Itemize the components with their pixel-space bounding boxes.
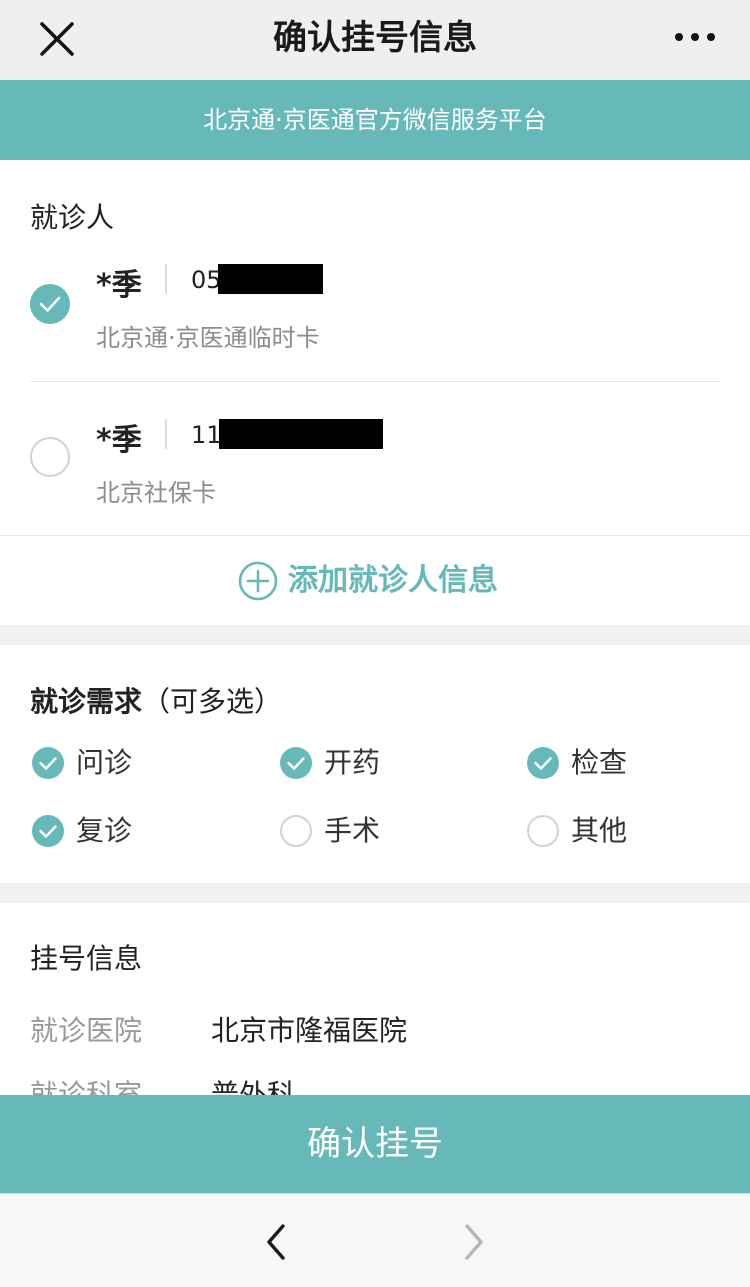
row-value: 北京市隆福医院 (211, 1014, 408, 1047)
option-label: 手术 (324, 814, 381, 847)
confirm-register-button[interactable]: 确认挂号 (0, 1095, 750, 1193)
row-value: 普外科 (211, 1078, 296, 1095)
selected-radio-icon[interactable] (30, 284, 70, 324)
patient-name: *季 (96, 423, 142, 458)
unchecked-icon (280, 815, 312, 847)
row-key: 就诊医院 (30, 1014, 143, 1047)
checked-icon (32, 815, 64, 847)
needs-title: 就诊需求（可多选） (30, 680, 282, 720)
patient-id: 05 (191, 266, 222, 294)
unchecked-icon (527, 815, 559, 847)
redaction-block (218, 264, 323, 294)
add-patient-button[interactable]: 添加就诊人信息 (0, 535, 750, 625)
option-label: 复诊 (76, 814, 133, 847)
option-label: 检查 (571, 746, 628, 779)
patient-item[interactable]: *季 05 北京通·京医通临时卡 (0, 250, 750, 400)
need-option-surgery[interactable]: 手术 (280, 813, 480, 853)
need-option-followup[interactable]: 复诊 (32, 813, 232, 853)
title-bar: 确认挂号信息 (0, 0, 750, 80)
option-label: 开药 (324, 746, 381, 779)
needs-hint: （可多选） (142, 685, 283, 718)
patient-id: 11 (191, 421, 222, 449)
need-option-prescription[interactable]: 开药 (280, 745, 480, 785)
patient-separator (165, 264, 167, 294)
patient-item[interactable]: *季 11 北京社保卡 (0, 405, 750, 555)
chevron-left-icon[interactable] (259, 1222, 293, 1262)
need-option-exam[interactable]: 检查 (527, 745, 727, 785)
row-key: 就诊科室 (30, 1078, 143, 1095)
chevron-right-icon[interactable] (457, 1222, 491, 1262)
option-label: 问诊 (76, 746, 133, 779)
registration-card: 挂号信息 就诊医院 北京市隆福医院 就诊科室 普外科 (0, 903, 750, 1095)
registration-title: 挂号信息 (30, 942, 143, 975)
page-title: 确认挂号信息 (273, 18, 477, 58)
patient-card-type: 北京通·京医通临时卡 (96, 324, 320, 352)
plus-circle-icon (238, 561, 278, 601)
checked-icon (527, 747, 559, 779)
add-patient-label: 添加就诊人信息 (288, 563, 498, 598)
patient-section-title: 就诊人 (30, 201, 115, 234)
patient-card: 就诊人 *季 05 北京通·京医通临时卡 *季 11 北京社保卡 添加就诊人信息 (0, 160, 750, 625)
patient-name: *季 (96, 268, 142, 303)
patient-divider (30, 381, 720, 382)
unselected-radio-icon[interactable] (30, 437, 70, 477)
redaction-block (219, 419, 383, 449)
option-label: 其他 (571, 814, 628, 847)
service-banner: 北京通·京医通官方微信服务平台 (0, 80, 750, 160)
browser-nav-bar (0, 1193, 750, 1287)
patient-separator (165, 419, 167, 449)
checked-icon (32, 747, 64, 779)
more-icon[interactable] (672, 24, 718, 50)
need-option-consult[interactable]: 问诊 (32, 745, 232, 785)
needs-card: 就诊需求（可多选） 问诊 开药 检查 复诊 手术 其他 (0, 645, 750, 883)
need-option-other[interactable]: 其他 (527, 813, 727, 853)
checked-icon (280, 747, 312, 779)
needs-title-text: 就诊需求 (30, 685, 143, 718)
patient-card-type: 北京社保卡 (96, 479, 216, 507)
